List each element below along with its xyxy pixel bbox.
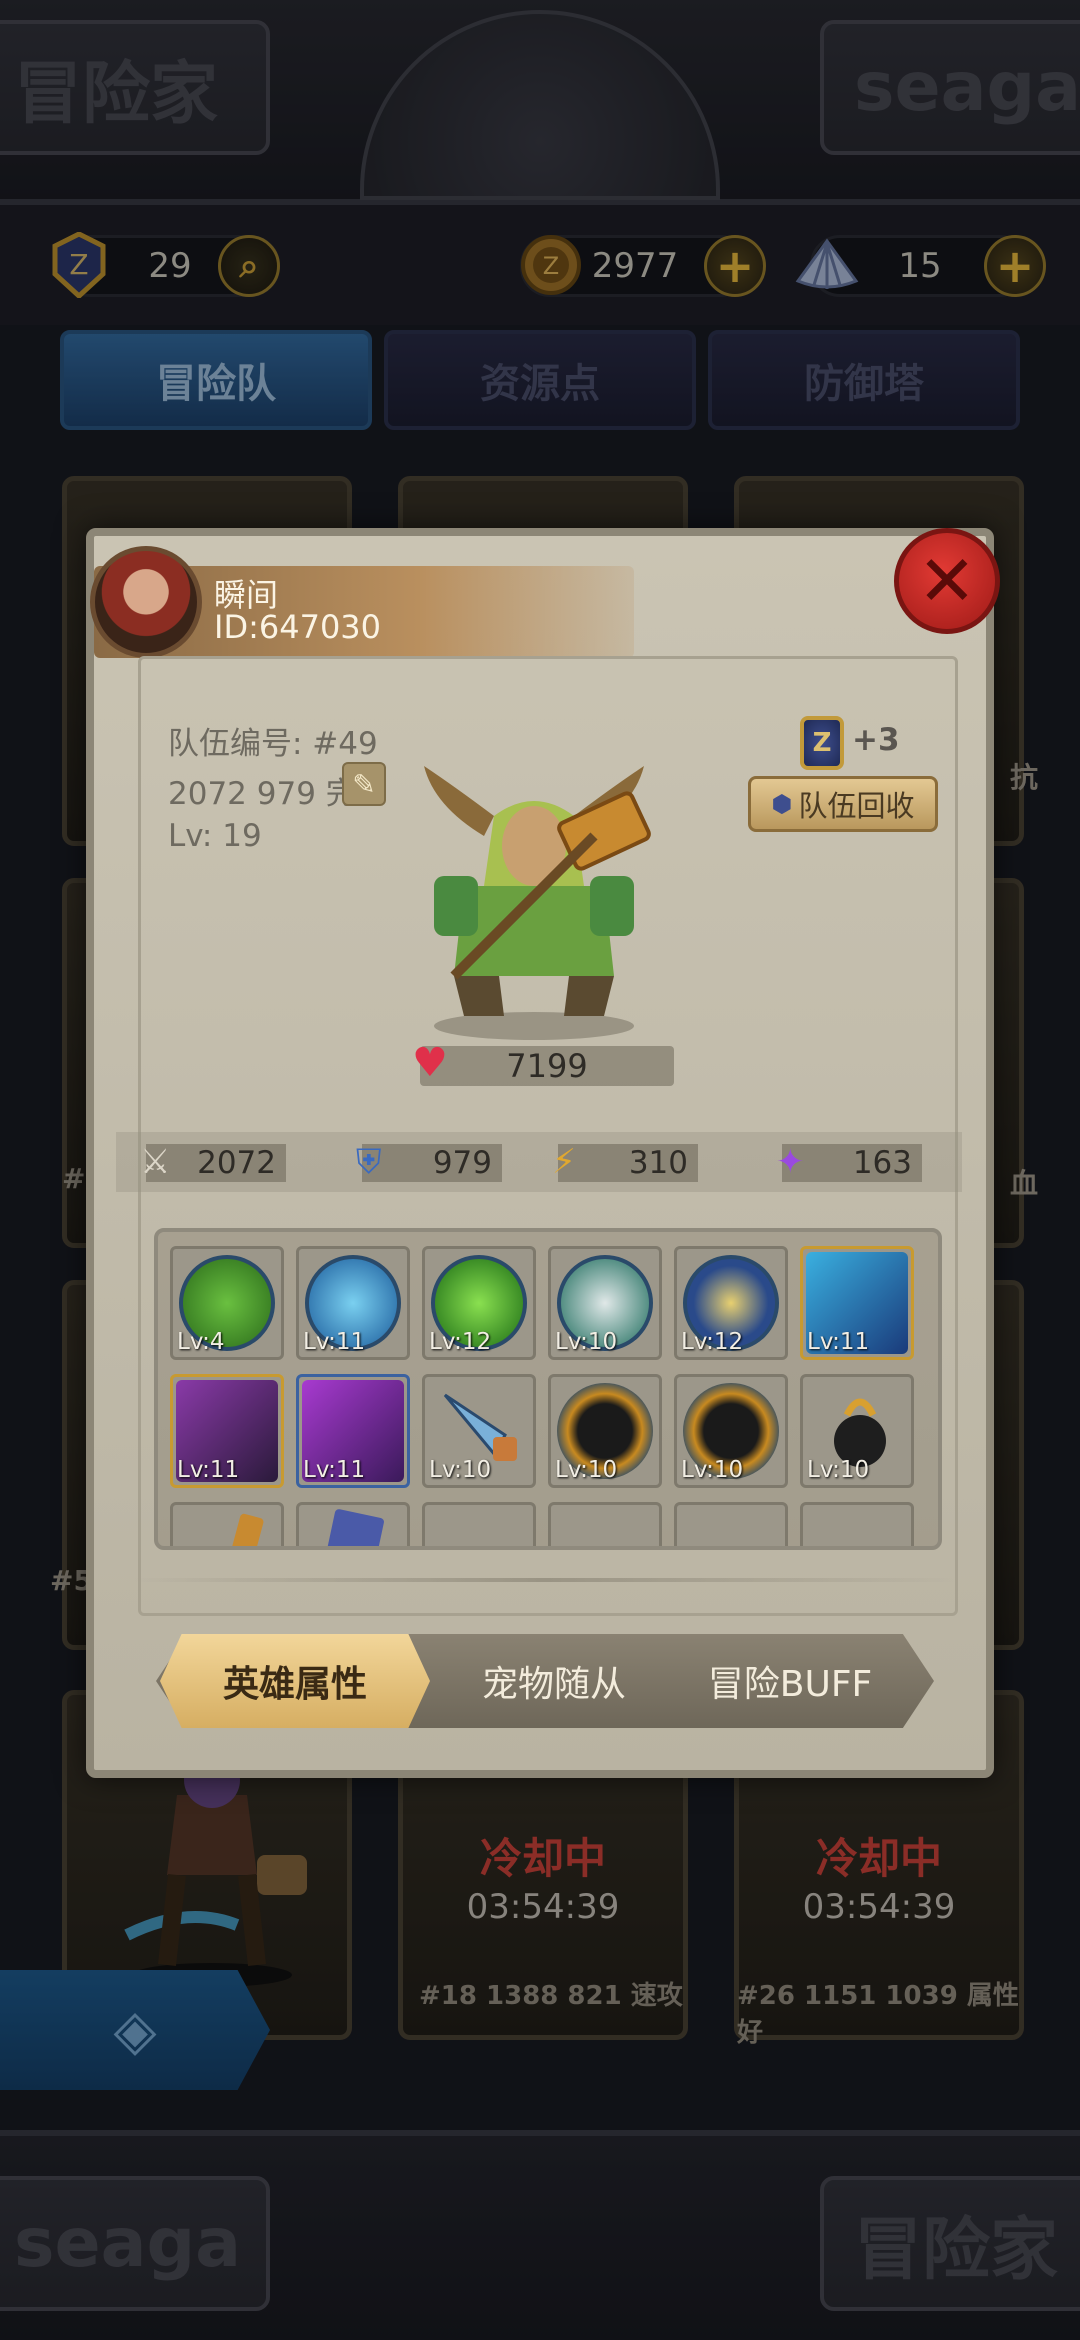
shield-icon: ⛨ (356, 1142, 382, 1182)
item-level: Lv:11 (177, 1457, 240, 1483)
item-level: Lv:11 (303, 1329, 366, 1355)
team-detail-dialog: 瞬间 ID:647030 ✕ 队伍编号: #49 2072 979 完 ✎ Lv… (86, 528, 1000, 1778)
tab-label: 宠物随从 (481, 1664, 626, 1705)
item-level: Lv:11 (303, 1457, 366, 1483)
weapon-slot[interactable]: Lv:11 (296, 1374, 410, 1488)
player-id: ID:647030 (214, 608, 382, 646)
item-level: Lv:4 (177, 1329, 225, 1355)
player-avatar[interactable] (90, 546, 202, 658)
item-level: Lv:10 (429, 1457, 492, 1483)
item-level: Lv:10 (555, 1457, 618, 1483)
item-level: Lv:12 (681, 1329, 744, 1355)
weapon-slot[interactable]: Lv:10 (422, 1374, 536, 1488)
defense-value: 979 (432, 1145, 492, 1181)
tab-label: 英雄属性 (222, 1664, 367, 1705)
close-icon: ✕ (917, 540, 977, 622)
skill-slot[interactable]: Lv:4 (170, 1246, 284, 1360)
empty-slot[interactable] (548, 1502, 662, 1546)
empty-slot[interactable] (800, 1502, 914, 1546)
hp-bar: ♥ 7199 (412, 1040, 674, 1086)
item-level: Lv:12 (429, 1329, 492, 1355)
team-level: Lv: 19 (168, 818, 262, 854)
tab-hero-attributes[interactable]: 英雄属性 (160, 1634, 430, 1728)
boot-icon: ⚡ (552, 1142, 576, 1182)
close-button[interactable]: ✕ (894, 528, 1000, 634)
defense-stat: ⛨ 979 (356, 1142, 502, 1182)
partial-item-icon (225, 1512, 265, 1546)
weapon-slot[interactable]: Lv:10 (548, 1374, 662, 1488)
magic-value: 163 (852, 1145, 912, 1181)
tab-label: 冒险BUFF (707, 1664, 873, 1705)
weapon-slot[interactable]: Lv:10 (674, 1374, 788, 1488)
tab-adventure-buff[interactable]: 冒险BUFF (680, 1634, 900, 1728)
badge-icon: ⬢ (771, 790, 793, 818)
badge-icon: Z (800, 716, 844, 770)
book-icon (323, 1508, 385, 1546)
magic-stat: ✦ 163 (776, 1142, 922, 1182)
item-level: Lv:11 (807, 1329, 870, 1355)
empty-slot[interactable] (422, 1502, 536, 1546)
skill-slot[interactable]: Lv:12 (422, 1246, 536, 1360)
skill-slot[interactable]: Lv:11 (296, 1246, 410, 1360)
edit-icon[interactable]: ✎ (342, 762, 386, 806)
weapon-slot[interactable]: Lv:10 (800, 1374, 914, 1488)
wand-icon: ✦ (776, 1142, 805, 1182)
weapon-slot[interactable]: Lv:11 (170, 1374, 284, 1488)
team-stats: 2072 979 完 (168, 776, 357, 812)
item-level: Lv:10 (555, 1329, 618, 1355)
equipment-grid: Lv:4 Lv:11 Lv:12 Lv:10 Lv:12 Lv:11 Lv:11 (154, 1228, 942, 1550)
empty-slot[interactable] (170, 1502, 284, 1546)
team-number: 队伍编号: #49 (168, 726, 378, 762)
item-level: Lv:10 (807, 1457, 870, 1483)
empty-slot[interactable] (674, 1502, 788, 1546)
attack-stat: ⚔ 2072 (140, 1142, 286, 1182)
speed-value: 310 (628, 1145, 688, 1181)
hero-card-slot[interactable]: Lv:11 (800, 1246, 914, 1360)
speed-stat: ⚡ 310 (552, 1142, 698, 1182)
reward-count: +3 (852, 722, 900, 758)
skill-slot[interactable]: Lv:10 (548, 1246, 662, 1360)
minotaur-hero-sprite (424, 766, 651, 1040)
stat-row: ⚔ 2072 ⛨ 979 ⚡ 310 ✦ 163 (116, 1132, 962, 1192)
team-recycle-button[interactable]: ⬢ 队伍回收 (748, 776, 938, 832)
item-level: Lv:10 (681, 1457, 744, 1483)
skill-slot[interactable]: Lv:12 (674, 1246, 788, 1360)
recycle-label: 队伍回收 (798, 789, 915, 823)
empty-slot[interactable] (296, 1502, 410, 1546)
divider (134, 1578, 954, 1582)
heart-icon: ♥ (412, 1040, 448, 1086)
attack-value: 2072 (197, 1145, 276, 1181)
hp-value: 7199 (506, 1047, 588, 1085)
sword-icon: ⚔ (140, 1142, 171, 1182)
tab-pet-companions[interactable]: 宠物随从 (454, 1634, 654, 1728)
